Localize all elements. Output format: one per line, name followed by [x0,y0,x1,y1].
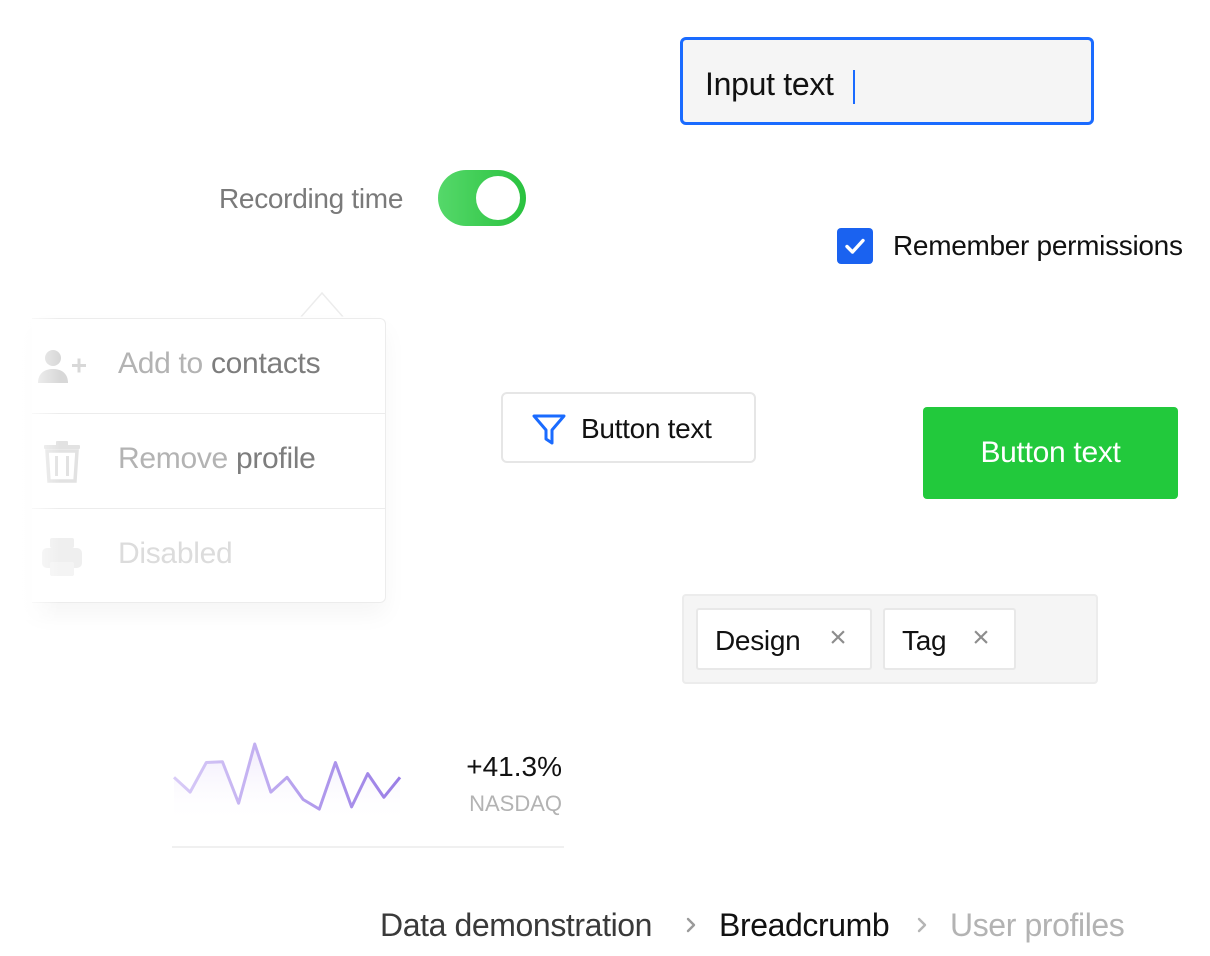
toggle-label: Recording time [219,183,404,214]
check-icon [845,238,865,254]
menu-label-light: Add to [118,347,211,380]
tag-tag: Tag × [883,608,1016,670]
filter-icon [532,414,566,445]
menu-label-dark: contacts [210,347,321,380]
nasdaq-sparkline [172,742,402,824]
close-icon[interactable]: × [824,623,852,653]
text-input[interactable]: Input text [680,37,1094,125]
breadcrumb-current: User profiles [950,907,1125,943]
close-icon[interactable]: × [967,623,995,653]
menu-pointer [300,292,344,318]
primary-button[interactable]: Button text [923,407,1178,499]
text-caret [853,70,855,104]
menu-label-dark: profile [235,442,316,475]
toggle-knob [476,176,520,220]
tag-label: Design [715,625,801,656]
remember-permissions-checkbox[interactable] [837,228,873,264]
sparkline-area [174,744,400,824]
context-menu: Add to contacts Remove profile Disabled [32,318,386,603]
sparkline-divider [172,846,564,848]
menu-item-disabled: Disabled [32,509,385,603]
menu-item-remove-profile[interactable]: Remove profile [32,414,385,509]
stock-change: +41.3% [466,751,562,782]
menu-fade-overlay [0,300,60,620]
filter-button[interactable]: Button text [501,392,756,463]
breadcrumb-item[interactable]: Breadcrumb [719,907,890,944]
tag-input-field[interactable]: Design × Tag × [682,594,1098,684]
checkbox-label: Remember permissions [893,230,1183,261]
menu-label-disabled: Disabled [118,537,233,570]
menu-label-light: Remove [118,442,236,475]
breadcrumb-item[interactable]: Data demonstration [380,907,652,944]
tag-design: Design × [696,608,872,670]
chevron-right-icon [917,917,927,933]
input-value: Input text [705,66,834,102]
chevron-right-icon [686,917,696,933]
stock-name: NASDAQ [469,791,562,816]
recording-time-toggle[interactable] [438,170,526,226]
menu-item-add-to-contacts[interactable]: Add to contacts [32,319,385,414]
filter-button-label: Button text [581,413,712,444]
tag-label: Tag [902,625,947,656]
